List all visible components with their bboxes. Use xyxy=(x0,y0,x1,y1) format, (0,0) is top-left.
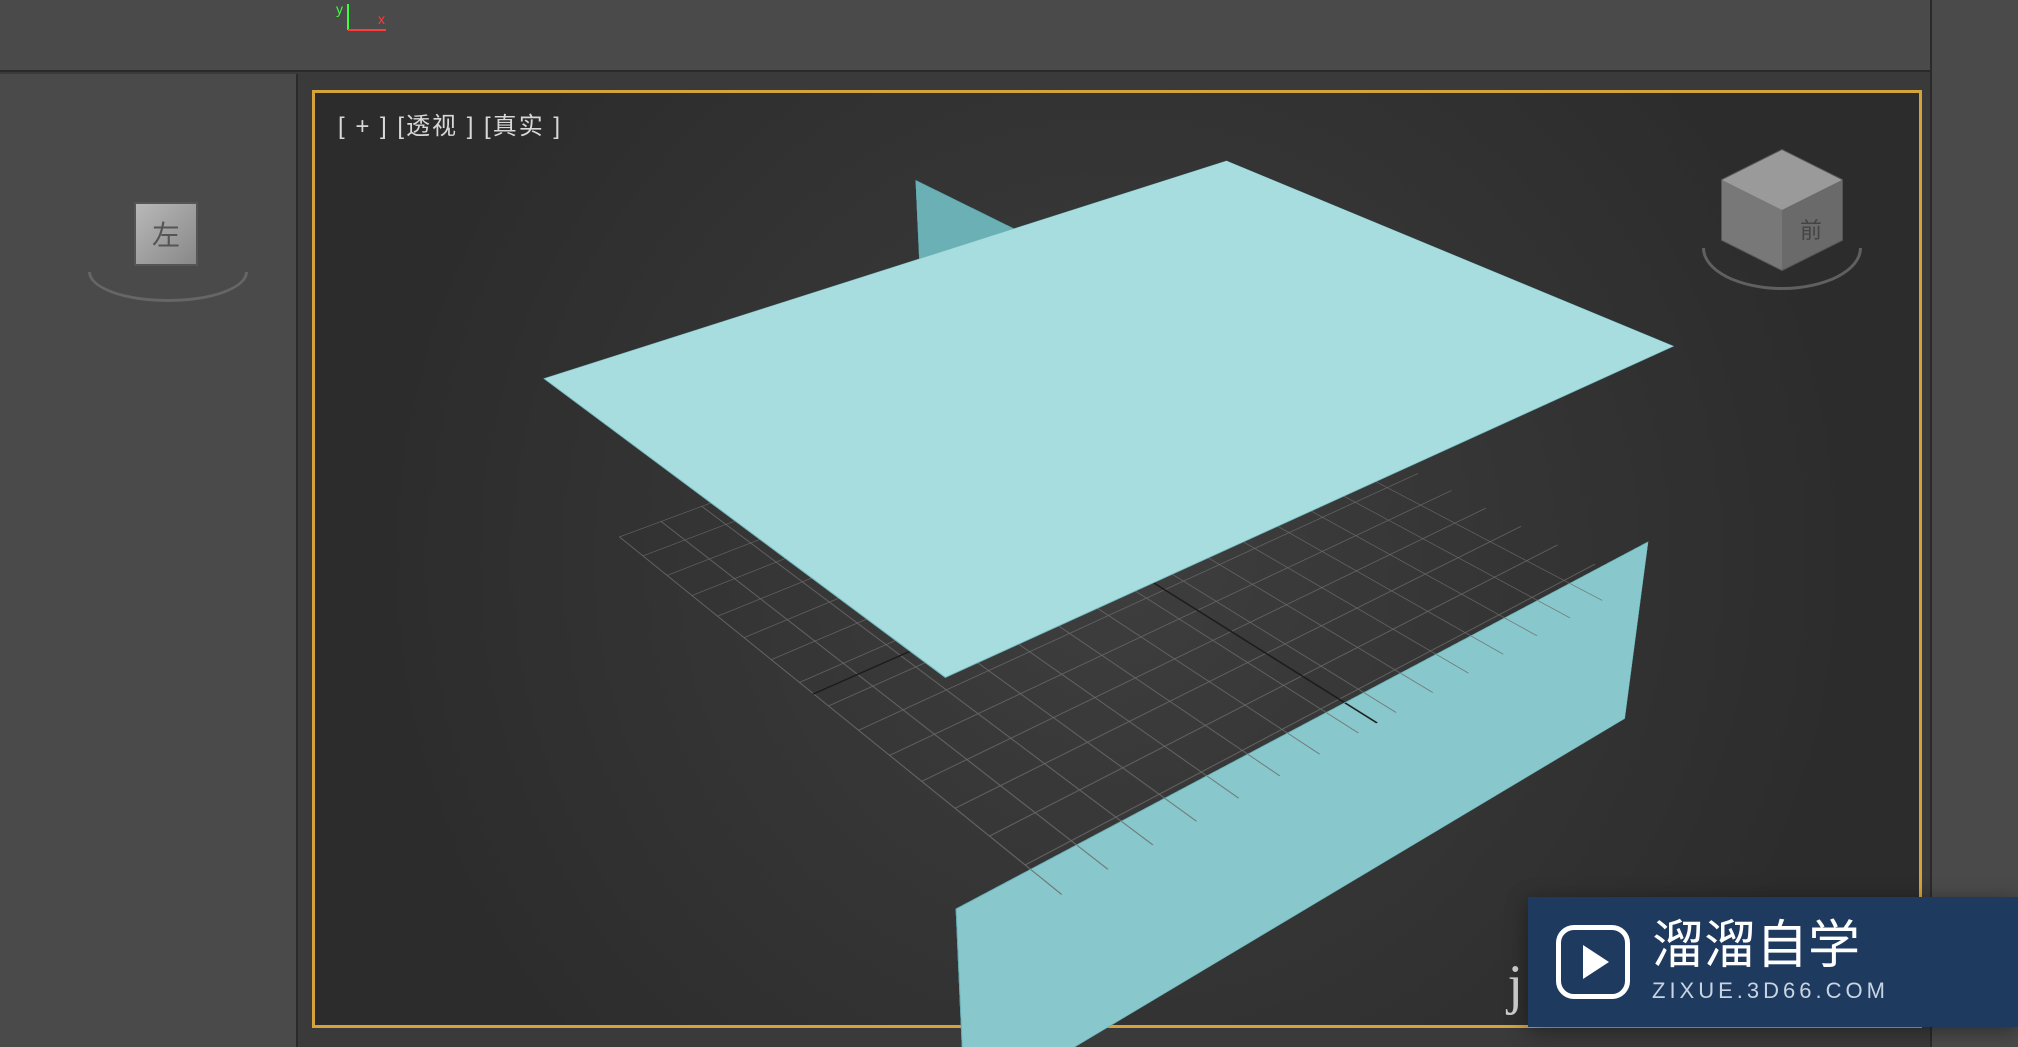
axis-y-label: y xyxy=(336,1,343,17)
left-viewcube-ring-icon xyxy=(88,272,248,302)
axis-gizmo-icon: y x xyxy=(332,0,392,40)
axis-x-label: x xyxy=(378,11,385,27)
play-icon xyxy=(1556,925,1630,999)
watermark-behind-char: j xyxy=(1507,953,1523,1017)
left-viewcube-label: 左 xyxy=(152,214,180,254)
watermark-url: zixue.3d66.com xyxy=(1652,978,1889,1004)
watermark-banner: 溜溜自学 zixue.3d66.com xyxy=(1528,897,2018,1027)
left-side-panel: 左 xyxy=(0,74,298,1047)
perspective-viewport[interactable]: [ + ] [透视 ] [真实 ] 前 xyxy=(312,90,1922,1028)
box-primitive[interactable] xyxy=(571,331,1649,909)
top-toolbar: y x xyxy=(0,0,2018,72)
box-top-face[interactable] xyxy=(543,161,1674,678)
left-viewcube-face[interactable]: 左 xyxy=(134,202,198,266)
scene-3d[interactable] xyxy=(312,90,1922,1028)
left-viewcube-icon[interactable]: 左 xyxy=(88,184,208,304)
watermark-title: 溜溜自学 xyxy=(1652,920,1889,972)
right-side-strip xyxy=(1930,0,2018,1047)
